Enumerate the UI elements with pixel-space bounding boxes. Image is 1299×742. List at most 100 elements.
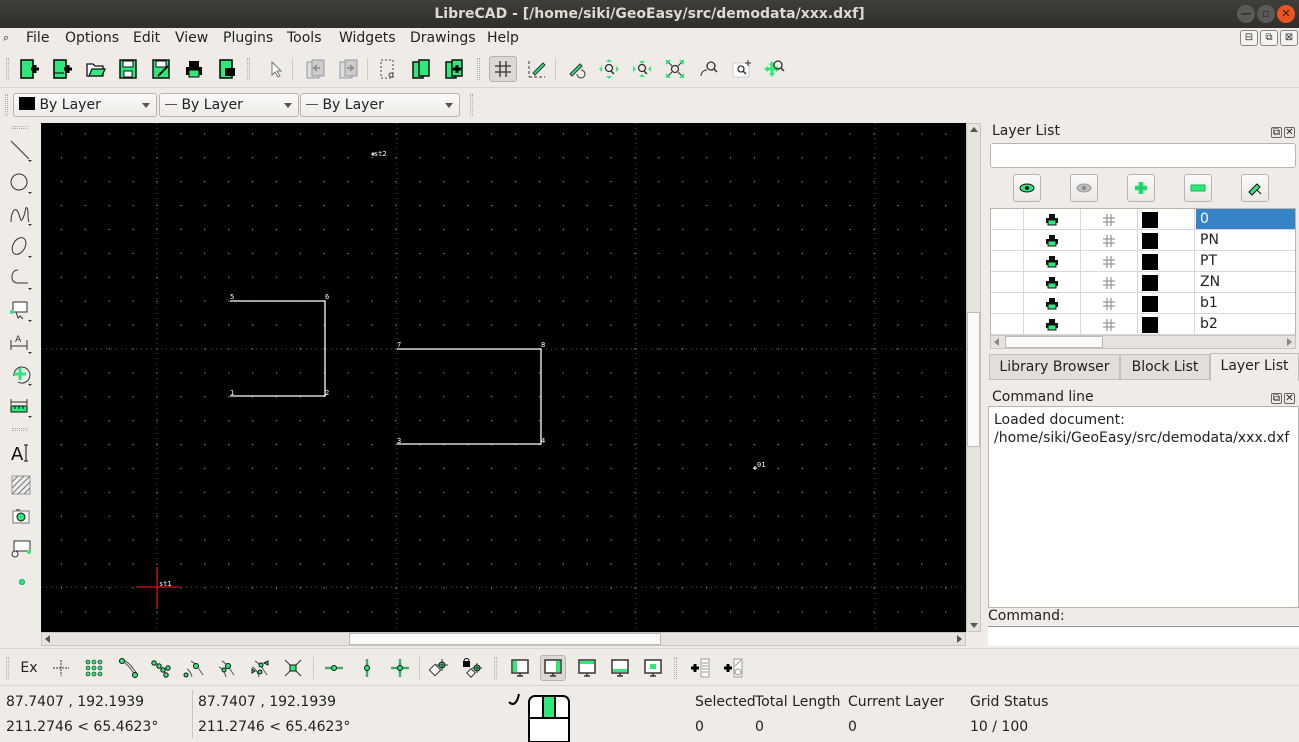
redo-button[interactable] <box>334 56 362 82</box>
add-layer-button[interactable] <box>1127 174 1155 202</box>
snap-free-button[interactable] <box>48 655 74 681</box>
drawing-canvas[interactable]: 5 6 1 2 7 8 3 4 st2 st1 01 <box>41 123 966 632</box>
tool-image[interactable] <box>6 503 36 531</box>
remove-layer-button[interactable] <box>1184 174 1212 202</box>
layer-print-toggle[interactable] <box>1024 272 1081 293</box>
app-menu-icon[interactable]: ⌕ <box>3 31 9 45</box>
layer-visibility-cell[interactable] <box>991 272 1024 293</box>
layer-print-toggle[interactable] <box>1024 314 1081 335</box>
layer-row[interactable]: 0 <box>991 209 1295 230</box>
canvas-horizontal-scrollbar[interactable] <box>41 632 966 646</box>
tool-select[interactable] <box>6 297 36 325</box>
redraw-button[interactable] <box>562 56 590 82</box>
add-block-button[interactable] <box>721 655 747 681</box>
layer-construction-toggle[interactable] <box>1081 293 1138 314</box>
tool-line[interactable] <box>6 137 36 165</box>
close-button[interactable]: ✕ <box>1277 5 1295 23</box>
layer-color-cell[interactable] <box>1138 272 1195 293</box>
view-left-button[interactable] <box>507 655 533 681</box>
layer-name[interactable]: PN <box>1196 230 1295 250</box>
tool-block[interactable] <box>6 535 36 563</box>
layer-construction-toggle[interactable] <box>1081 314 1138 335</box>
draft-mode-button[interactable] <box>522 56 550 82</box>
edit-layer-button[interactable] <box>1241 174 1269 202</box>
snap-endpoints-button[interactable] <box>115 655 141 681</box>
maximize-button[interactable]: ▫ <box>1257 5 1275 23</box>
new-file-button[interactable] <box>14 56 42 82</box>
open-file-button[interactable] <box>81 56 109 82</box>
tool-circle[interactable] <box>6 169 36 197</box>
block-add-button[interactable] <box>440 56 468 82</box>
layer-construction-toggle[interactable] <box>1081 272 1138 293</box>
save-as-button[interactable] <box>147 56 175 82</box>
menu-plugins[interactable]: Plugins <box>223 30 273 46</box>
snap-exclusive-button[interactable]: Ex <box>16 655 42 681</box>
layer-name[interactable]: PT <box>1196 251 1295 271</box>
tool-spline[interactable] <box>6 201 36 229</box>
add-layer-list-button[interactable] <box>688 655 714 681</box>
layer-print-toggle[interactable] <box>1024 230 1081 251</box>
layer-color-cell[interactable] <box>1138 251 1195 272</box>
mdi-restore-button[interactable]: ⧉ <box>1260 30 1278 46</box>
print-button[interactable] <box>180 56 208 82</box>
tab-block-list[interactable]: Block List <box>1120 354 1210 380</box>
block-insert-button[interactable] <box>407 56 435 82</box>
layer-color-cell[interactable] <box>1138 314 1195 335</box>
show-all-layers-button[interactable] <box>1013 174 1041 202</box>
scroll-left-arrow[interactable] <box>994 338 999 346</box>
print-preview-button[interactable] <box>213 56 241 82</box>
scroll-right-arrow[interactable] <box>1287 338 1292 346</box>
layer-construction-toggle[interactable] <box>1081 209 1138 230</box>
menu-edit[interactable]: Edit <box>133 30 160 46</box>
save-button[interactable] <box>114 56 142 82</box>
minimize-button[interactable]: — <box>1237 5 1255 23</box>
menu-view[interactable]: View <box>175 30 208 46</box>
layer-row[interactable]: PT <box>991 251 1295 272</box>
menu-drawings[interactable]: Drawings <box>410 30 476 46</box>
layer-color-cell[interactable] <box>1138 293 1195 314</box>
layer-print-toggle[interactable] <box>1024 209 1081 230</box>
lock-relative-zero-button[interactable] <box>459 655 485 681</box>
zoom-previous-button[interactable] <box>694 56 722 82</box>
layer-name[interactable]: b1 <box>1196 293 1295 313</box>
tool-ellipse[interactable] <box>6 233 36 261</box>
vertical-scroll-thumb[interactable] <box>967 312 980 447</box>
command-input[interactable] <box>988 626 1299 646</box>
snap-on-entity-button[interactable] <box>148 655 174 681</box>
view-default-button[interactable] <box>540 655 566 681</box>
snap-middle-button[interactable] <box>214 655 240 681</box>
layer-visibility-cell[interactable] <box>991 293 1024 314</box>
layer-name[interactable]: ZN <box>1196 272 1295 292</box>
menu-help[interactable]: Help <box>487 30 519 46</box>
menu-tools[interactable]: Tools <box>287 30 322 46</box>
tool-measure[interactable] <box>6 393 36 421</box>
layer-row[interactable]: ZN <box>991 272 1295 293</box>
tool-polyline[interactable] <box>6 265 36 293</box>
linewidth-select[interactable]: By Layer <box>300 93 460 117</box>
zoom-out-button[interactable] <box>628 56 656 82</box>
snap-intersection-button[interactable] <box>280 655 306 681</box>
scroll-down-arrow[interactable] <box>970 623 978 628</box>
select-pointer-button[interactable] <box>261 56 289 82</box>
menu-widgets[interactable]: Widgets <box>339 30 396 46</box>
dock-float-button[interactable]: ⧉ <box>1271 127 1282 138</box>
restrict-horizontal-button[interactable] <box>321 655 347 681</box>
linetype-select[interactable]: By Layer <box>159 93 299 117</box>
view-top-button[interactable] <box>574 655 600 681</box>
layer-print-toggle[interactable] <box>1024 251 1081 272</box>
layer-row[interactable]: b1 <box>991 293 1295 314</box>
horizontal-scroll-thumb[interactable] <box>349 633 661 645</box>
toolbar-grip[interactable] <box>6 58 9 80</box>
tool-modify[interactable] <box>6 361 36 389</box>
polyline-b1[interactable] <box>230 300 326 397</box>
scroll-right-arrow[interactable] <box>957 635 962 643</box>
grid-toggle-button[interactable] <box>489 56 517 82</box>
snap-center-button[interactable] <box>181 655 207 681</box>
layer-table[interactable]: 0 PN PT ZN b1 b2 <box>990 208 1296 348</box>
zoom-auto-button[interactable] <box>661 56 689 82</box>
layer-print-toggle[interactable] <box>1024 293 1081 314</box>
layer-row[interactable]: b2 <box>991 314 1295 335</box>
layer-visibility-cell[interactable] <box>991 251 1024 272</box>
scroll-up-arrow[interactable] <box>970 127 978 132</box>
restrict-orthogonal-button[interactable] <box>387 655 413 681</box>
